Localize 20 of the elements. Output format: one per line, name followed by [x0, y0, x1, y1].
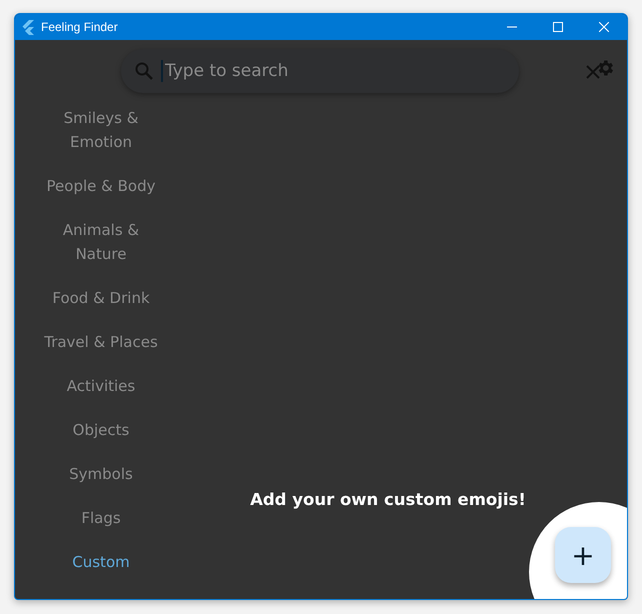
- maximize-icon: [553, 22, 563, 32]
- category-item[interactable]: People & Body: [15, 164, 187, 208]
- category-item[interactable]: Animals & Nature: [15, 208, 187, 276]
- close-icon: [599, 22, 609, 32]
- window-title: Feeling Finder: [41, 20, 119, 34]
- category-item[interactable]: Symbols: [15, 452, 187, 496]
- app-logo-icon: [21, 20, 35, 34]
- category-item[interactable]: Smileys & Emotion: [15, 96, 187, 164]
- clear-icon[interactable]: [585, 64, 601, 80]
- category-item[interactable]: Food & Drink: [15, 276, 187, 320]
- add-button[interactable]: +: [555, 527, 611, 583]
- category-item[interactable]: Activities: [15, 364, 187, 408]
- category-item[interactable]: Custom: [15, 540, 187, 584]
- category-item[interactable]: Objects: [15, 408, 187, 452]
- search-field[interactable]: Type to search: [121, 49, 519, 93]
- category-item[interactable]: Flags: [15, 496, 187, 540]
- search-icon: [135, 62, 153, 80]
- category-item[interactable]: Travel & Places: [15, 320, 187, 364]
- hint-text: Add your own custom emojis!: [250, 490, 526, 509]
- search-input[interactable]: Type to search: [161, 60, 519, 82]
